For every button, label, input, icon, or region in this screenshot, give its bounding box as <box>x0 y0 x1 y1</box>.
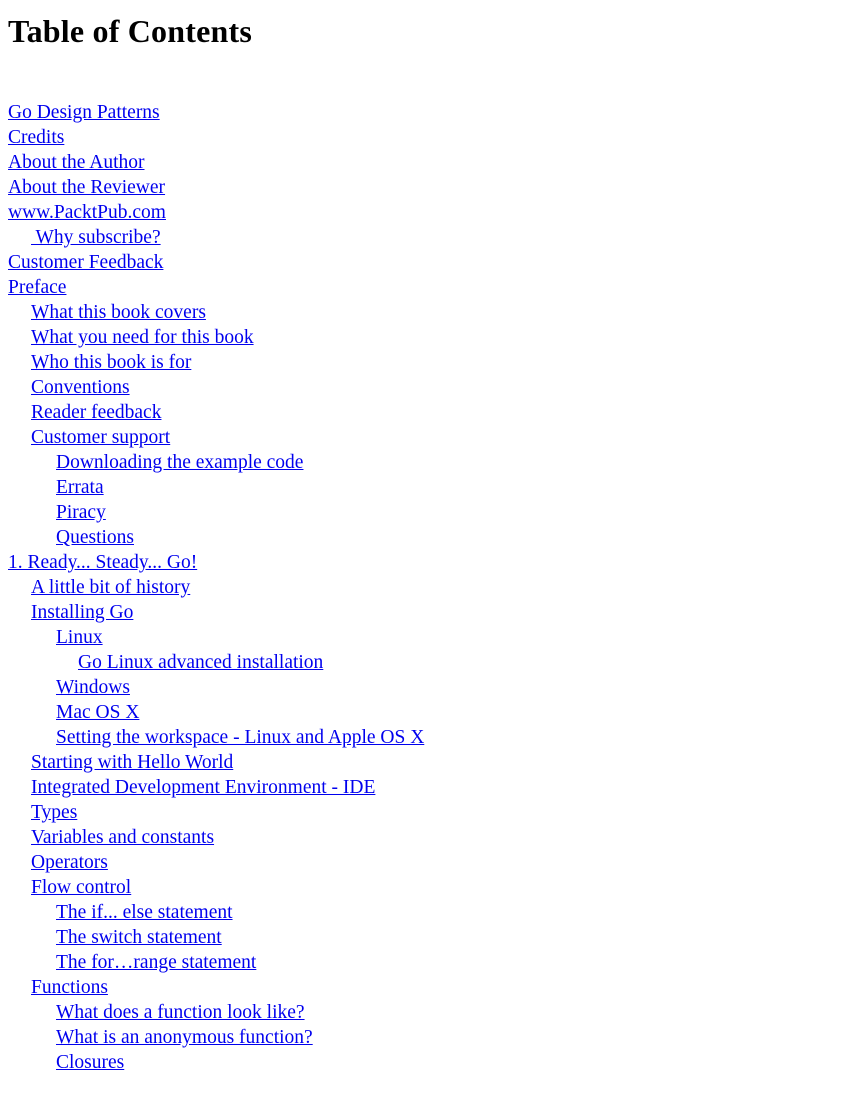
toc-entry: Conventions <box>8 375 841 400</box>
toc-link[interactable]: Conventions <box>31 377 130 398</box>
toc-entry: Flow control <box>8 875 841 900</box>
toc-entry: Go Design Patterns <box>8 100 841 125</box>
toc-entry: About the Author <box>8 150 841 175</box>
toc-link[interactable]: About the Reviewer <box>8 177 165 198</box>
table-of-contents-list: Go Design Patterns Credits About the Autho… <box>8 100 841 1075</box>
page-title: Table of Contents <box>8 13 253 49</box>
toc-entry: Windows <box>8 675 841 700</box>
toc-link[interactable]: Closures <box>56 1052 124 1073</box>
toc-entry: Customer support <box>8 425 841 450</box>
toc-link[interactable]: Variables and constants <box>31 827 214 848</box>
toc-link[interactable]: What is an anonymous function? <box>56 1027 313 1048</box>
toc-link[interactable]: Customer support <box>31 427 170 448</box>
toc-entry: Setting the workspace - Linux and Apple … <box>8 725 841 750</box>
toc-link[interactable]: About the Author <box>8 152 145 173</box>
toc-entry: Go Linux advanced installation <box>8 650 841 675</box>
toc-link[interactable]: What you need for this book <box>31 327 254 348</box>
toc-link[interactable]: Mac OS X <box>56 702 139 723</box>
toc-entry: Credits <box>8 125 841 150</box>
toc-entry: www.PacktPub.com <box>8 200 841 225</box>
toc-entry: Preface <box>8 275 841 300</box>
toc-link[interactable]: Piracy <box>56 502 106 523</box>
toc-entry: Why subscribe? <box>8 225 841 250</box>
toc-link[interactable]: Flow control <box>31 877 131 898</box>
toc-entry: The if... else statement <box>8 900 841 925</box>
toc-link[interactable]: Operators <box>31 852 108 873</box>
toc-entry: Starting with Hello World <box>8 750 841 775</box>
toc-entry: Piracy <box>8 500 841 525</box>
toc-link[interactable]: Functions <box>31 977 108 998</box>
toc-entry: Mac OS X <box>8 700 841 725</box>
toc-link[interactable]: Downloading the example code <box>56 452 303 473</box>
toc-link[interactable]: The for…range statement <box>56 952 256 973</box>
toc-entry: What this book covers <box>8 300 841 325</box>
toc-entry: Operators <box>8 850 841 875</box>
toc-entry: Linux <box>8 625 841 650</box>
toc-link[interactable]: Go Linux advanced installation <box>78 652 323 673</box>
toc-link[interactable]: Starting with Hello World <box>31 752 233 773</box>
toc-entry: Downloading the example code <box>8 450 841 475</box>
toc-entry: What is an anonymous function? <box>8 1025 841 1050</box>
toc-entry: The for…range statement <box>8 950 841 975</box>
toc-entry: Customer Feedback <box>8 250 841 275</box>
toc-link[interactable]: Installing Go <box>31 602 133 623</box>
toc-entry: A little bit of history <box>8 575 841 600</box>
toc-entry: Types <box>8 800 841 825</box>
toc-link[interactable]: A little bit of history <box>31 577 190 598</box>
toc-link[interactable]: What this book covers <box>31 302 206 323</box>
toc-link[interactable]: Why subscribe? <box>31 227 161 248</box>
toc-link[interactable]: Customer Feedback <box>8 252 163 273</box>
toc-entry: Errata <box>8 475 841 500</box>
toc-entry: Who this book is for <box>8 350 841 375</box>
toc-entry: Functions <box>8 975 841 1000</box>
toc-page: Table of Contents Go Design Patterns Cred… <box>0 13 849 1075</box>
toc-link[interactable]: The if... else statement <box>56 902 233 923</box>
toc-link[interactable]: Credits <box>8 127 64 148</box>
toc-link[interactable]: Go Design Patterns <box>8 102 160 123</box>
toc-link[interactable]: Questions <box>56 527 134 548</box>
toc-entry: About the Reviewer <box>8 175 841 200</box>
toc-link[interactable]: Who this book is for <box>31 352 191 373</box>
toc-link[interactable]: The switch statement <box>56 927 222 948</box>
toc-entry: Reader feedback <box>8 400 841 425</box>
toc-entry: Installing Go <box>8 600 841 625</box>
title-body-spacer <box>8 50 841 100</box>
toc-link[interactable]: Setting the workspace - Linux and Apple … <box>56 727 424 748</box>
toc-entry: The switch statement <box>8 925 841 950</box>
toc-link[interactable]: Preface <box>8 277 66 298</box>
toc-entry: Variables and constants <box>8 825 841 850</box>
toc-entry: 1. Ready... Steady... Go! <box>8 550 841 575</box>
toc-link[interactable]: Integrated Development Environment - IDE <box>31 777 375 798</box>
toc-entry: Questions <box>8 525 841 550</box>
toc-entry: Integrated Development Environment - IDE <box>8 775 841 800</box>
toc-link[interactable]: What does a function look like? <box>56 1002 305 1023</box>
toc-link[interactable]: www.PacktPub.com <box>8 202 166 223</box>
toc-link[interactable]: Linux <box>56 627 103 648</box>
toc-entry: What you need for this book <box>8 325 841 350</box>
toc-entry: Closures <box>8 1050 841 1075</box>
toc-link[interactable]: Windows <box>56 677 130 698</box>
toc-link[interactable]: Errata <box>56 477 104 498</box>
toc-link[interactable]: Reader feedback <box>31 402 161 423</box>
toc-link[interactable]: Types <box>31 802 77 823</box>
toc-entry: What does a function look like? <box>8 1000 841 1025</box>
toc-link[interactable]: 1. Ready... Steady... Go! <box>8 552 197 573</box>
